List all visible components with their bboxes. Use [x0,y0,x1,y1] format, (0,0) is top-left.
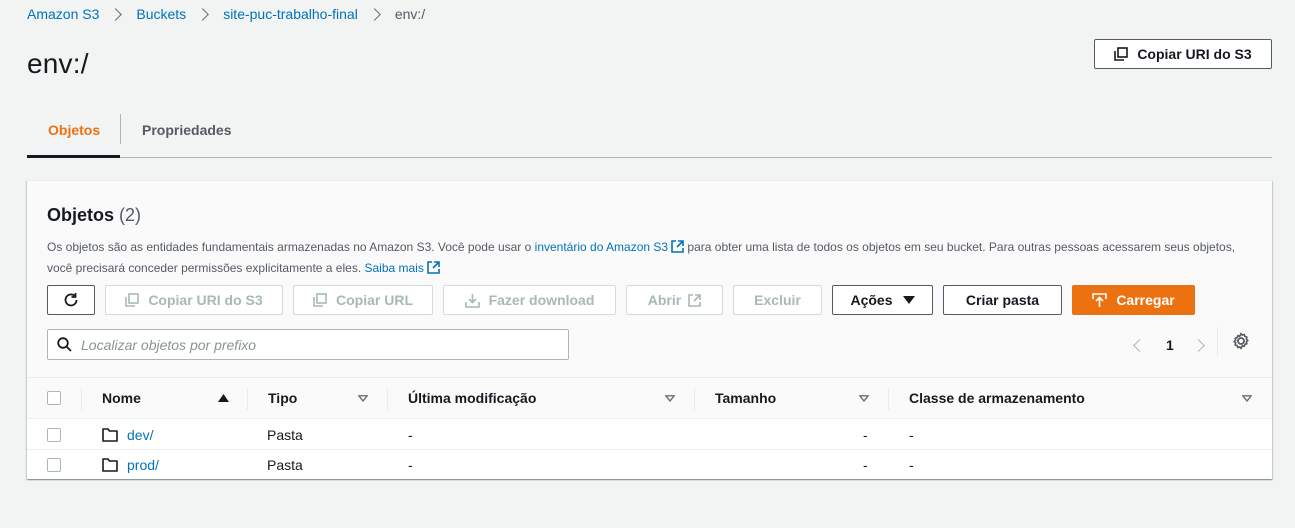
copy-url-label: Copiar URL [336,292,413,308]
delete-label: Excluir [754,292,801,308]
caret-down-icon [902,296,915,304]
page-number[interactable]: 1 [1166,337,1174,353]
upload-button[interactable]: Carregar [1072,285,1195,315]
row-checkbox[interactable] [47,428,61,442]
download-label: Fazer download [488,292,595,308]
column-header-name[interactable]: Nome [102,378,141,419]
table-row[interactable]: dev/ Pasta - - - [27,420,1272,450]
inventory-link-label: inventário do Amazon S3 [534,240,669,254]
description-text-2: para obter uma lista de todos os objetos… [684,240,1236,254]
sort-icon[interactable] [665,395,675,402]
description-text-3: você precisará conceder permissões expli… [47,261,365,275]
sort-icon[interactable] [1242,395,1252,402]
table-header: Nome Tipo Última modificação Tamanho Cla… [27,377,1272,419]
upload-icon [1092,292,1108,307]
sort-icon[interactable] [859,395,869,402]
description-text-1: Os objetos são as entidades fundamentais… [47,240,535,254]
column-header-storage-class[interactable]: Classe de armazenamento [909,378,1085,419]
breadcrumb-link-amazon-s3[interactable]: Amazon S3 [27,6,99,22]
search-box [47,329,569,360]
download-icon [464,293,480,308]
settings-gear-icon[interactable] [1231,331,1251,351]
column-divider [81,388,82,410]
copy-s3-uri-label: Copiar URI do S3 [1137,46,1252,62]
breadcrumb-current: env:/ [394,6,426,22]
actions-label: Ações [850,292,893,308]
copy-icon [125,293,140,307]
cell-modified: - [408,427,413,443]
cell-storage-class: - [909,427,914,443]
object-link[interactable]: dev/ [127,427,153,443]
breadcrumb-link-bucket[interactable]: site-puc-trabalho-final [223,6,358,22]
page-title: env:/ [27,48,89,79]
inventory-link[interactable]: inventário do Amazon S3 [535,240,684,254]
create-folder-button[interactable]: Criar pasta [943,285,1062,315]
folder-icon [102,458,118,472]
search-input[interactable] [81,336,541,353]
external-link-icon [688,293,702,307]
object-link[interactable]: prod/ [127,457,159,473]
copy-s3-uri-button[interactable]: Copiar URI do S3 [1094,39,1272,69]
open-button[interactable]: Abrir [626,285,723,315]
search-icon [57,337,72,352]
cell-type: Pasta [267,427,303,443]
create-folder-label: Criar pasta [965,292,1040,308]
objects-panel-title: Objetos (2) [47,205,141,226]
refresh-icon [64,293,78,307]
chevron-right-icon [367,7,381,21]
breadcrumb: Amazon S3 Buckets site-puc-trabalho-fina… [27,6,425,22]
objects-count: (2) [119,205,142,225]
column-header-type[interactable]: Tipo [268,378,297,419]
cell-modified: - [408,457,413,473]
copy-icon [313,293,327,307]
tabs: Objetos Propriedades [27,110,1272,158]
cell-size: - [863,427,868,443]
upload-label: Carregar [1116,292,1175,308]
learn-more-label: Saiba mais [364,261,424,275]
copy-s3-uri-toolbar-button[interactable]: Copiar URI do S3 [105,285,283,315]
chevron-right-icon [196,7,210,21]
objects-panel: Objetos (2) Os objetos são as entidades … [27,180,1272,479]
external-link-icon [427,261,440,274]
copy-icon [1114,47,1129,61]
cell-type: Pasta [267,457,303,473]
objects-panel-header: Objetos (2) Os objetos são as entidades … [27,181,1272,377]
learn-more-link[interactable]: Saiba mais [364,261,440,275]
column-divider [694,388,695,410]
column-header-size[interactable]: Tamanho [715,378,776,419]
refresh-button[interactable] [47,285,95,315]
cell-storage-class: - [909,457,914,473]
pagination: 1 [1127,329,1205,361]
tab-properties[interactable]: Propriedades [142,110,231,158]
download-button[interactable]: Fazer download [443,285,616,315]
sort-ascending-icon[interactable] [218,394,229,402]
breadcrumb-link-buckets[interactable]: Buckets [136,6,186,22]
column-divider [888,388,889,410]
chevron-right-icon[interactable] [1191,338,1205,352]
chevron-right-icon [109,7,123,21]
delete-button[interactable]: Excluir [733,285,822,315]
table-row[interactable]: prod/ Pasta - - - [27,450,1272,480]
pagination-divider [1217,327,1218,357]
column-header-modified[interactable]: Última modificação [408,378,536,419]
external-link-icon [671,240,684,253]
copy-s3-uri-toolbar-label: Copiar URI do S3 [148,292,263,308]
copy-url-button[interactable]: Copiar URL [293,285,433,315]
tab-objects[interactable]: Objetos [27,110,120,158]
chevron-left-icon[interactable] [1133,338,1146,352]
folder-icon [102,428,118,442]
tab-divider [120,114,121,144]
actions-dropdown[interactable]: Ações [832,285,933,315]
cell-size: - [863,457,868,473]
objects-description: Os objetos são as entidades fundamentais… [47,237,1247,279]
open-label: Abrir [647,292,682,308]
column-divider [387,388,388,410]
objects-title-text: Objetos [47,205,115,225]
sort-icon[interactable] [358,395,368,402]
row-checkbox[interactable] [47,458,61,472]
select-all-checkbox[interactable] [47,391,61,405]
column-divider [247,388,248,410]
